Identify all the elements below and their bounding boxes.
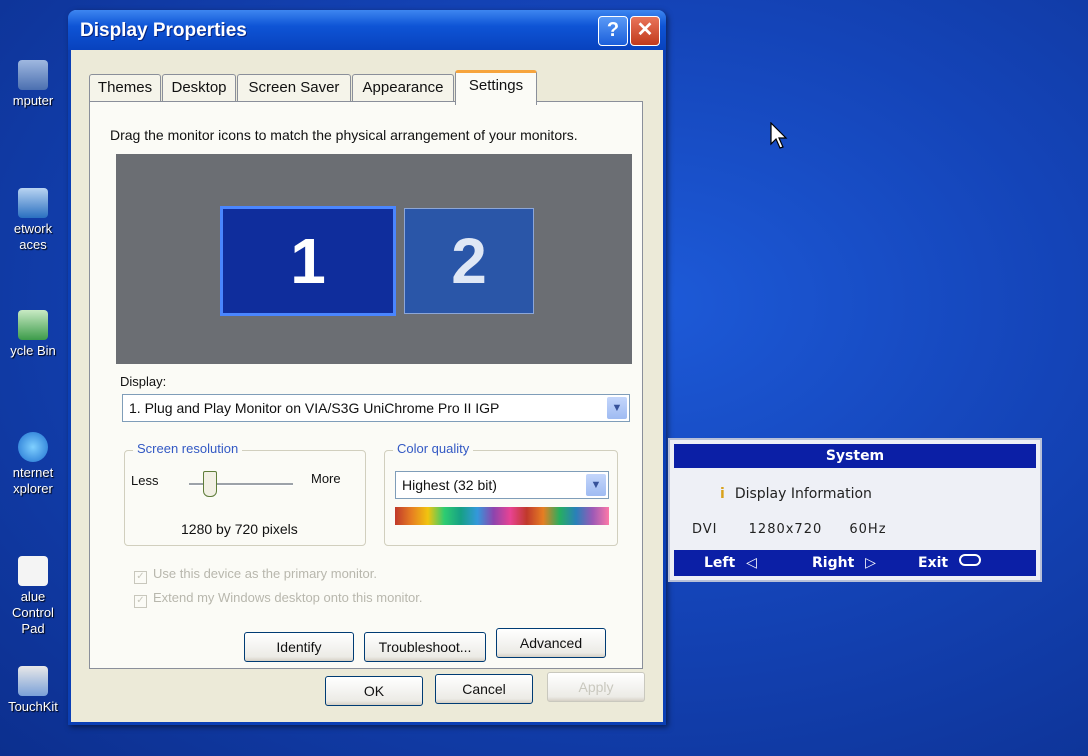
color-quality-title: Color quality: [393, 441, 474, 456]
resolution-less-label: Less: [131, 473, 159, 488]
chevron-down-icon[interactable]: ▼: [607, 397, 627, 419]
screen-resolution-group: Screen resolution Less More 1280 by 720 …: [124, 441, 366, 546]
osd-resolution: 1280x720: [748, 522, 823, 537]
instruction-text: Drag the monitor icons to match the phys…: [110, 127, 578, 143]
resolution-value: 1280 by 720 pixels: [181, 521, 298, 537]
computer-icon: [18, 60, 48, 90]
desktop-icon-network-places[interactable]: etwork aces: [0, 188, 66, 253]
osd-info-text: Display Information: [734, 486, 872, 502]
monitor-osd-panel: System i Display Information DVI 1280x720…: [668, 438, 1042, 582]
cancel-button[interactable]: Cancel: [435, 674, 533, 704]
monitor-1[interactable]: 1: [220, 206, 396, 316]
right-arrow-icon: ▷: [865, 555, 876, 571]
apply-button: Apply: [547, 672, 645, 702]
desktop-icon-recycle-bin[interactable]: ycle Bin: [0, 310, 66, 359]
exit-button-icon: [958, 554, 981, 566]
osd-info-row: i Display Information: [720, 486, 872, 502]
osd-left-label: Left: [704, 555, 736, 571]
screen-resolution-title: Screen resolution: [133, 441, 243, 456]
resolution-more-label: More: [311, 471, 341, 486]
mouse-cursor-icon: [770, 122, 788, 149]
osd-footer: Left ◁ Right ▷ Exit: [674, 550, 1036, 576]
tab-settings[interactable]: Settings: [455, 70, 537, 105]
ok-button[interactable]: OK: [325, 676, 423, 706]
identify-button[interactable]: Identify: [244, 632, 354, 662]
troubleshoot-button[interactable]: Troubleshoot...: [364, 632, 486, 662]
color-quality-select[interactable]: Highest (32 bit) ▼: [395, 471, 609, 499]
checkbox-box: ✓: [134, 595, 147, 608]
extend-desktop-checkbox[interactable]: ✓ Extend my Windows desktop onto this mon…: [134, 590, 423, 608]
resolution-slider-thumb[interactable]: [203, 471, 217, 497]
display-properties-window: Display Properties ? ✕ Themes Desktop Sc…: [68, 10, 666, 725]
tab-desktop[interactable]: Desktop: [162, 74, 236, 101]
osd-input: DVI: [692, 522, 718, 537]
network-icon: [18, 188, 48, 218]
desktop-icon-label: ycle Bin: [10, 343, 56, 358]
advanced-button[interactable]: Advanced: [496, 628, 606, 658]
osd-right-control[interactable]: Right ▷: [812, 550, 876, 576]
desktop-icon-label: alue Control Pad: [12, 589, 54, 636]
osd-header: System: [674, 444, 1036, 468]
desktop-icon-label: TouchKit: [8, 699, 58, 714]
extend-desktop-label: Extend my Windows desktop onto this moni…: [153, 590, 423, 605]
desktop-icon-label: etwork aces: [13, 221, 53, 252]
monitor-arrangement-area[interactable]: 1 2: [116, 154, 632, 364]
primary-monitor-checkbox[interactable]: ✓ Use this device as the primary monitor.: [134, 566, 377, 584]
internet-explorer-icon: [18, 432, 48, 462]
close-button[interactable]: ✕: [630, 16, 660, 46]
info-icon: i: [720, 486, 725, 502]
checkbox-box: ✓: [134, 571, 147, 584]
primary-monitor-label: Use this device as the primary monitor.: [153, 566, 377, 581]
window-title: Display Properties: [80, 20, 247, 41]
desktop-icon-value-control-pad[interactable]: alue Control Pad: [0, 556, 66, 637]
color-preview-bar: [395, 507, 609, 525]
osd-right-label: Right: [812, 555, 855, 571]
control-pad-icon: [18, 556, 48, 586]
color-quality-value: Highest (32 bit): [402, 477, 497, 493]
display-select-value: 1. Plug and Play Monitor on VIA/S3G UniC…: [129, 400, 500, 416]
desktop-icon-computer[interactable]: mputer: [0, 60, 66, 109]
tab-screen-saver[interactable]: Screen Saver: [237, 74, 351, 101]
osd-exit-label: Exit: [918, 555, 949, 571]
title-bar[interactable]: Display Properties ? ✕: [68, 10, 666, 50]
tab-themes[interactable]: Themes: [89, 74, 161, 101]
desktop-icon-label: mputer: [12, 93, 54, 108]
desktop-icon-touchkit[interactable]: TouchKit: [0, 666, 66, 715]
osd-signal-row: DVI 1280x720 60Hz: [692, 522, 887, 537]
help-button[interactable]: ?: [598, 16, 628, 46]
desktop-icon-label: nternet xplorer: [12, 465, 54, 496]
osd-refresh: 60Hz: [849, 522, 887, 537]
display-label: Display:: [120, 374, 167, 389]
settings-panel: Drag the monitor icons to match the phys…: [89, 101, 643, 669]
tab-appearance[interactable]: Appearance: [352, 74, 454, 101]
left-arrow-icon: ◁: [746, 555, 757, 571]
recycle-bin-icon: [18, 310, 48, 340]
osd-exit-control[interactable]: Exit: [918, 550, 981, 576]
osd-left-control[interactable]: Left ◁: [704, 550, 757, 576]
desktop-icon-internet-explorer[interactable]: nternet xplorer: [0, 432, 66, 497]
monitor-2[interactable]: 2: [404, 208, 534, 314]
color-quality-group: Color quality Highest (32 bit) ▼: [384, 441, 618, 546]
chevron-down-icon[interactable]: ▼: [586, 474, 606, 496]
touchkit-icon: [18, 666, 48, 696]
display-select[interactable]: 1. Plug and Play Monitor on VIA/S3G UniC…: [122, 394, 630, 422]
